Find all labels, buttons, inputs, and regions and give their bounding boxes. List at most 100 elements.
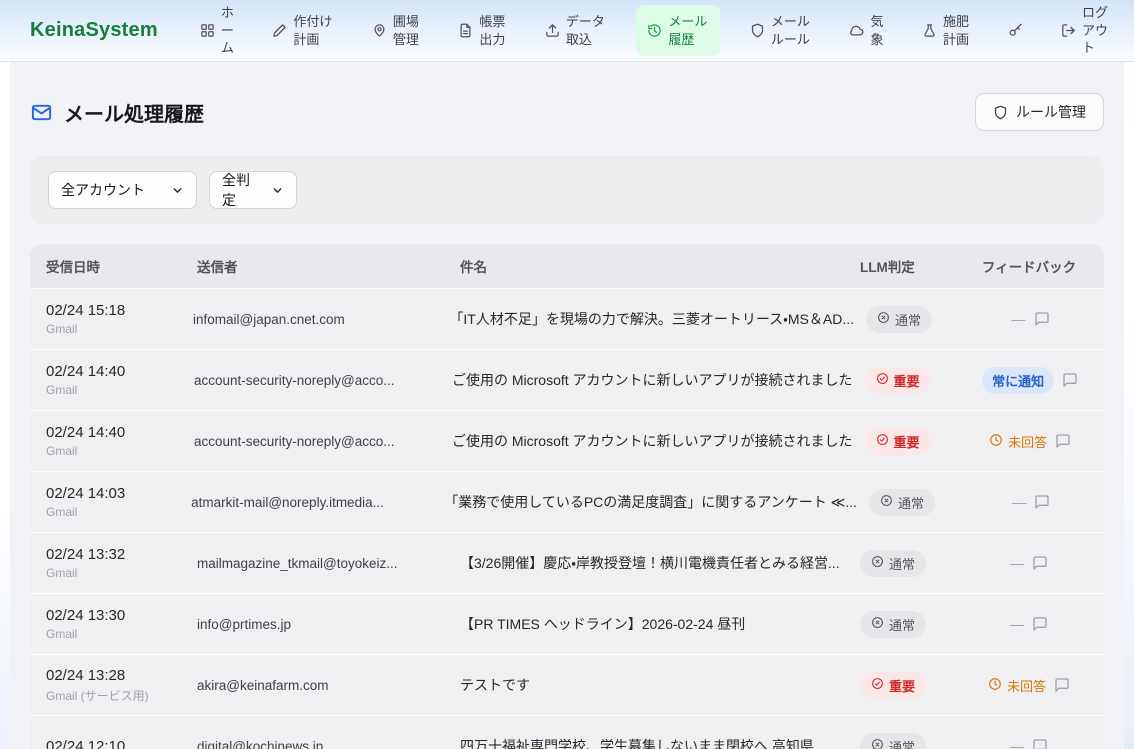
cell-subject: テストです: [460, 675, 860, 695]
received-datetime: 02/24 13:32: [46, 546, 197, 563]
received-datetime: 02/24 13:28: [46, 667, 197, 684]
received-datetime: 02/24 13:30: [46, 607, 197, 624]
comment-bubble-icon[interactable]: [1055, 433, 1071, 449]
page-title: メール処理履歴: [64, 98, 204, 127]
cell-feedback: 常に通知: [972, 367, 1088, 394]
check-circle-icon: [876, 433, 889, 449]
comment-bubble-icon[interactable]: [1062, 372, 1078, 388]
cell-received-at: 02/24 15:18Gmail: [46, 302, 193, 336]
subject-text: 【3/26開催】慶応・岸教授登壇！横川電機責任者とみる経営...: [460, 553, 848, 573]
cloud-icon: [849, 23, 864, 38]
judgement-filter-select[interactable]: 全判定: [209, 171, 297, 209]
feedback-none: —: [1010, 555, 1024, 571]
cell-llm-judgement: 通常: [860, 733, 970, 749]
account-label: Gmail: [46, 566, 197, 580]
nav-item-label: 気象: [870, 13, 884, 48]
feedback-none: —: [1010, 738, 1024, 749]
table-row[interactable]: 02/24 13:30Gmailinfo@prtimes.jp【PR TIMES…: [30, 593, 1104, 654]
comment-bubble-icon[interactable]: [1034, 494, 1050, 510]
account-label: Gmail: [46, 322, 193, 336]
comment-bubble-icon[interactable]: [1032, 738, 1048, 749]
history-icon: [647, 23, 662, 38]
table-row[interactable]: 02/24 12:10digital@kochinews.jp四万十福祉専門学校…: [30, 715, 1104, 749]
cell-subject: 【PR TIMES ヘッドライン】2026-02-24 昼刊: [460, 614, 860, 634]
sender-address: account-security-noreply@acco...: [194, 434, 440, 449]
table-row[interactable]: 02/24 14:40Gmailaccount-security-noreply…: [30, 410, 1104, 471]
nav-item-pencil[interactable]: 作付け計画: [264, 7, 342, 54]
nav-item-map-pin[interactable]: 圃場管理: [364, 7, 429, 54]
page-header: メール処理履歴 ルール管理: [30, 92, 1104, 132]
cell-feedback: —: [970, 555, 1088, 571]
cell-received-at: 02/24 13:28Gmail (サービス用): [46, 667, 197, 704]
cell-sender: account-security-noreply@acco...: [194, 373, 452, 388]
judgement-badge: 通常: [866, 306, 932, 333]
table-row[interactable]: 02/24 13:28Gmail (サービス用)akira@keinafarm.…: [30, 654, 1104, 715]
nav-item-logout[interactable]: ログアウト: [1053, 0, 1118, 63]
cell-subject: 「業務で使用しているPCの満足度調査」に関するアンケート ≪...: [444, 492, 869, 512]
feedback-none: —: [1010, 616, 1024, 632]
header-subject: 件名: [460, 256, 860, 276]
table-row[interactable]: 02/24 15:18Gmailinfomail@japan.cnet.com「…: [30, 288, 1104, 349]
table-row[interactable]: 02/24 13:32 Gmailmailmagazine_tkmail@toyo…: [30, 532, 1104, 593]
header-feedback: フィードバック: [970, 256, 1088, 276]
main-content: メール処理履歴 ルール管理 全アカウント 全判定 受信日時 送信者 件名 LLM…: [10, 62, 1124, 749]
nav-item-label: ホーム: [221, 4, 235, 57]
cell-sender: mailmagazine_tkmail@toyokeiz...: [197, 556, 460, 571]
nav-item-document[interactable]: 帳票出力: [450, 7, 515, 54]
cell-received-at: 02/24 14:40Gmail: [46, 363, 194, 397]
nav-item-cloud[interactable]: 気象: [841, 7, 892, 54]
nav-item-label: メールルール: [771, 13, 812, 48]
judgement-badge: 重要: [860, 672, 926, 699]
header-received-at: 受信日時: [46, 256, 197, 276]
nav-item-flask[interactable]: 施肥計画: [914, 7, 979, 54]
table-header-row: 受信日時 送信者 件名 LLM判定 フィードバック: [30, 244, 1104, 288]
flask-icon: [922, 23, 937, 38]
feedback-unanswered: 未回答: [989, 432, 1047, 451]
comment-bubble-icon[interactable]: [1054, 677, 1070, 693]
comment-bubble-icon[interactable]: [1032, 555, 1048, 571]
shield-icon: [993, 105, 1008, 120]
chevron-down-icon: [171, 184, 184, 197]
account-label: Gmail: [46, 505, 191, 519]
received-datetime: 02/24 14:40: [46, 363, 194, 380]
cell-llm-judgement: 重要: [865, 428, 973, 455]
check-circle-icon: [876, 372, 889, 388]
table-row[interactable]: 02/24 14:03Gmailatmarkit-mail@noreply.it…: [30, 471, 1104, 532]
pencil-icon: [272, 23, 287, 38]
mail-icon: [30, 101, 53, 124]
check-circle-icon: [871, 677, 884, 693]
cell-subject: 四万十福祉専門学校、学生募集しないまま閉校へ 高知県...: [460, 736, 860, 749]
table-row[interactable]: 02/24 14:40Gmailaccount-security-noreply…: [30, 349, 1104, 410]
feedback-unanswered-label: 未回答: [1007, 676, 1046, 695]
cell-sender: akira@keinafarm.com: [197, 678, 460, 693]
nav-item-shield[interactable]: メールルール: [742, 7, 820, 54]
rule-management-button[interactable]: ルール管理: [975, 93, 1104, 131]
comment-bubble-icon[interactable]: [1034, 311, 1050, 327]
x-circle-icon: [871, 738, 884, 749]
account-filter-select[interactable]: 全アカウント: [48, 171, 197, 209]
nav-item-history[interactable]: メール履歴: [636, 5, 720, 56]
judgement-label: 重要: [894, 371, 920, 390]
brand-logo[interactable]: KeinaSystem: [30, 19, 158, 42]
nav-item-upload[interactable]: データ取込: [537, 7, 615, 54]
judgement-label: 重要: [889, 676, 915, 695]
x-circle-icon: [871, 555, 884, 571]
cell-llm-judgement: 通常: [866, 306, 973, 333]
x-circle-icon: [877, 311, 890, 327]
subject-text: 【PR TIMES ヘッドライン】2026-02-24 昼刊: [460, 614, 848, 634]
cell-llm-judgement: 通常: [869, 489, 975, 516]
comment-bubble-icon[interactable]: [1032, 616, 1048, 632]
rule-management-label: ルール管理: [1016, 102, 1086, 122]
nav-item-label: 帳票出力: [479, 13, 507, 48]
judgement-label: 重要: [894, 432, 920, 451]
mail-history-table: 受信日時 送信者 件名 LLM判定 フィードバック 02/24 15:18Gma…: [30, 244, 1104, 749]
cell-subject: ご使用の Microsoft アカウントに新しいアプリが接続されました: [452, 370, 865, 390]
feedback-always-notify-badge: 常に通知: [982, 367, 1054, 394]
judgement-badge: 通常: [869, 489, 935, 516]
nav-item-grid[interactable]: ホーム: [192, 0, 243, 63]
cell-feedback: 未回答: [970, 676, 1088, 695]
judgement-badge: 重要: [865, 367, 931, 394]
cell-sender: digital@kochinews.jp: [197, 739, 460, 749]
judgement-label: 通常: [898, 493, 924, 512]
nav-item-key[interactable]: [1000, 17, 1031, 44]
